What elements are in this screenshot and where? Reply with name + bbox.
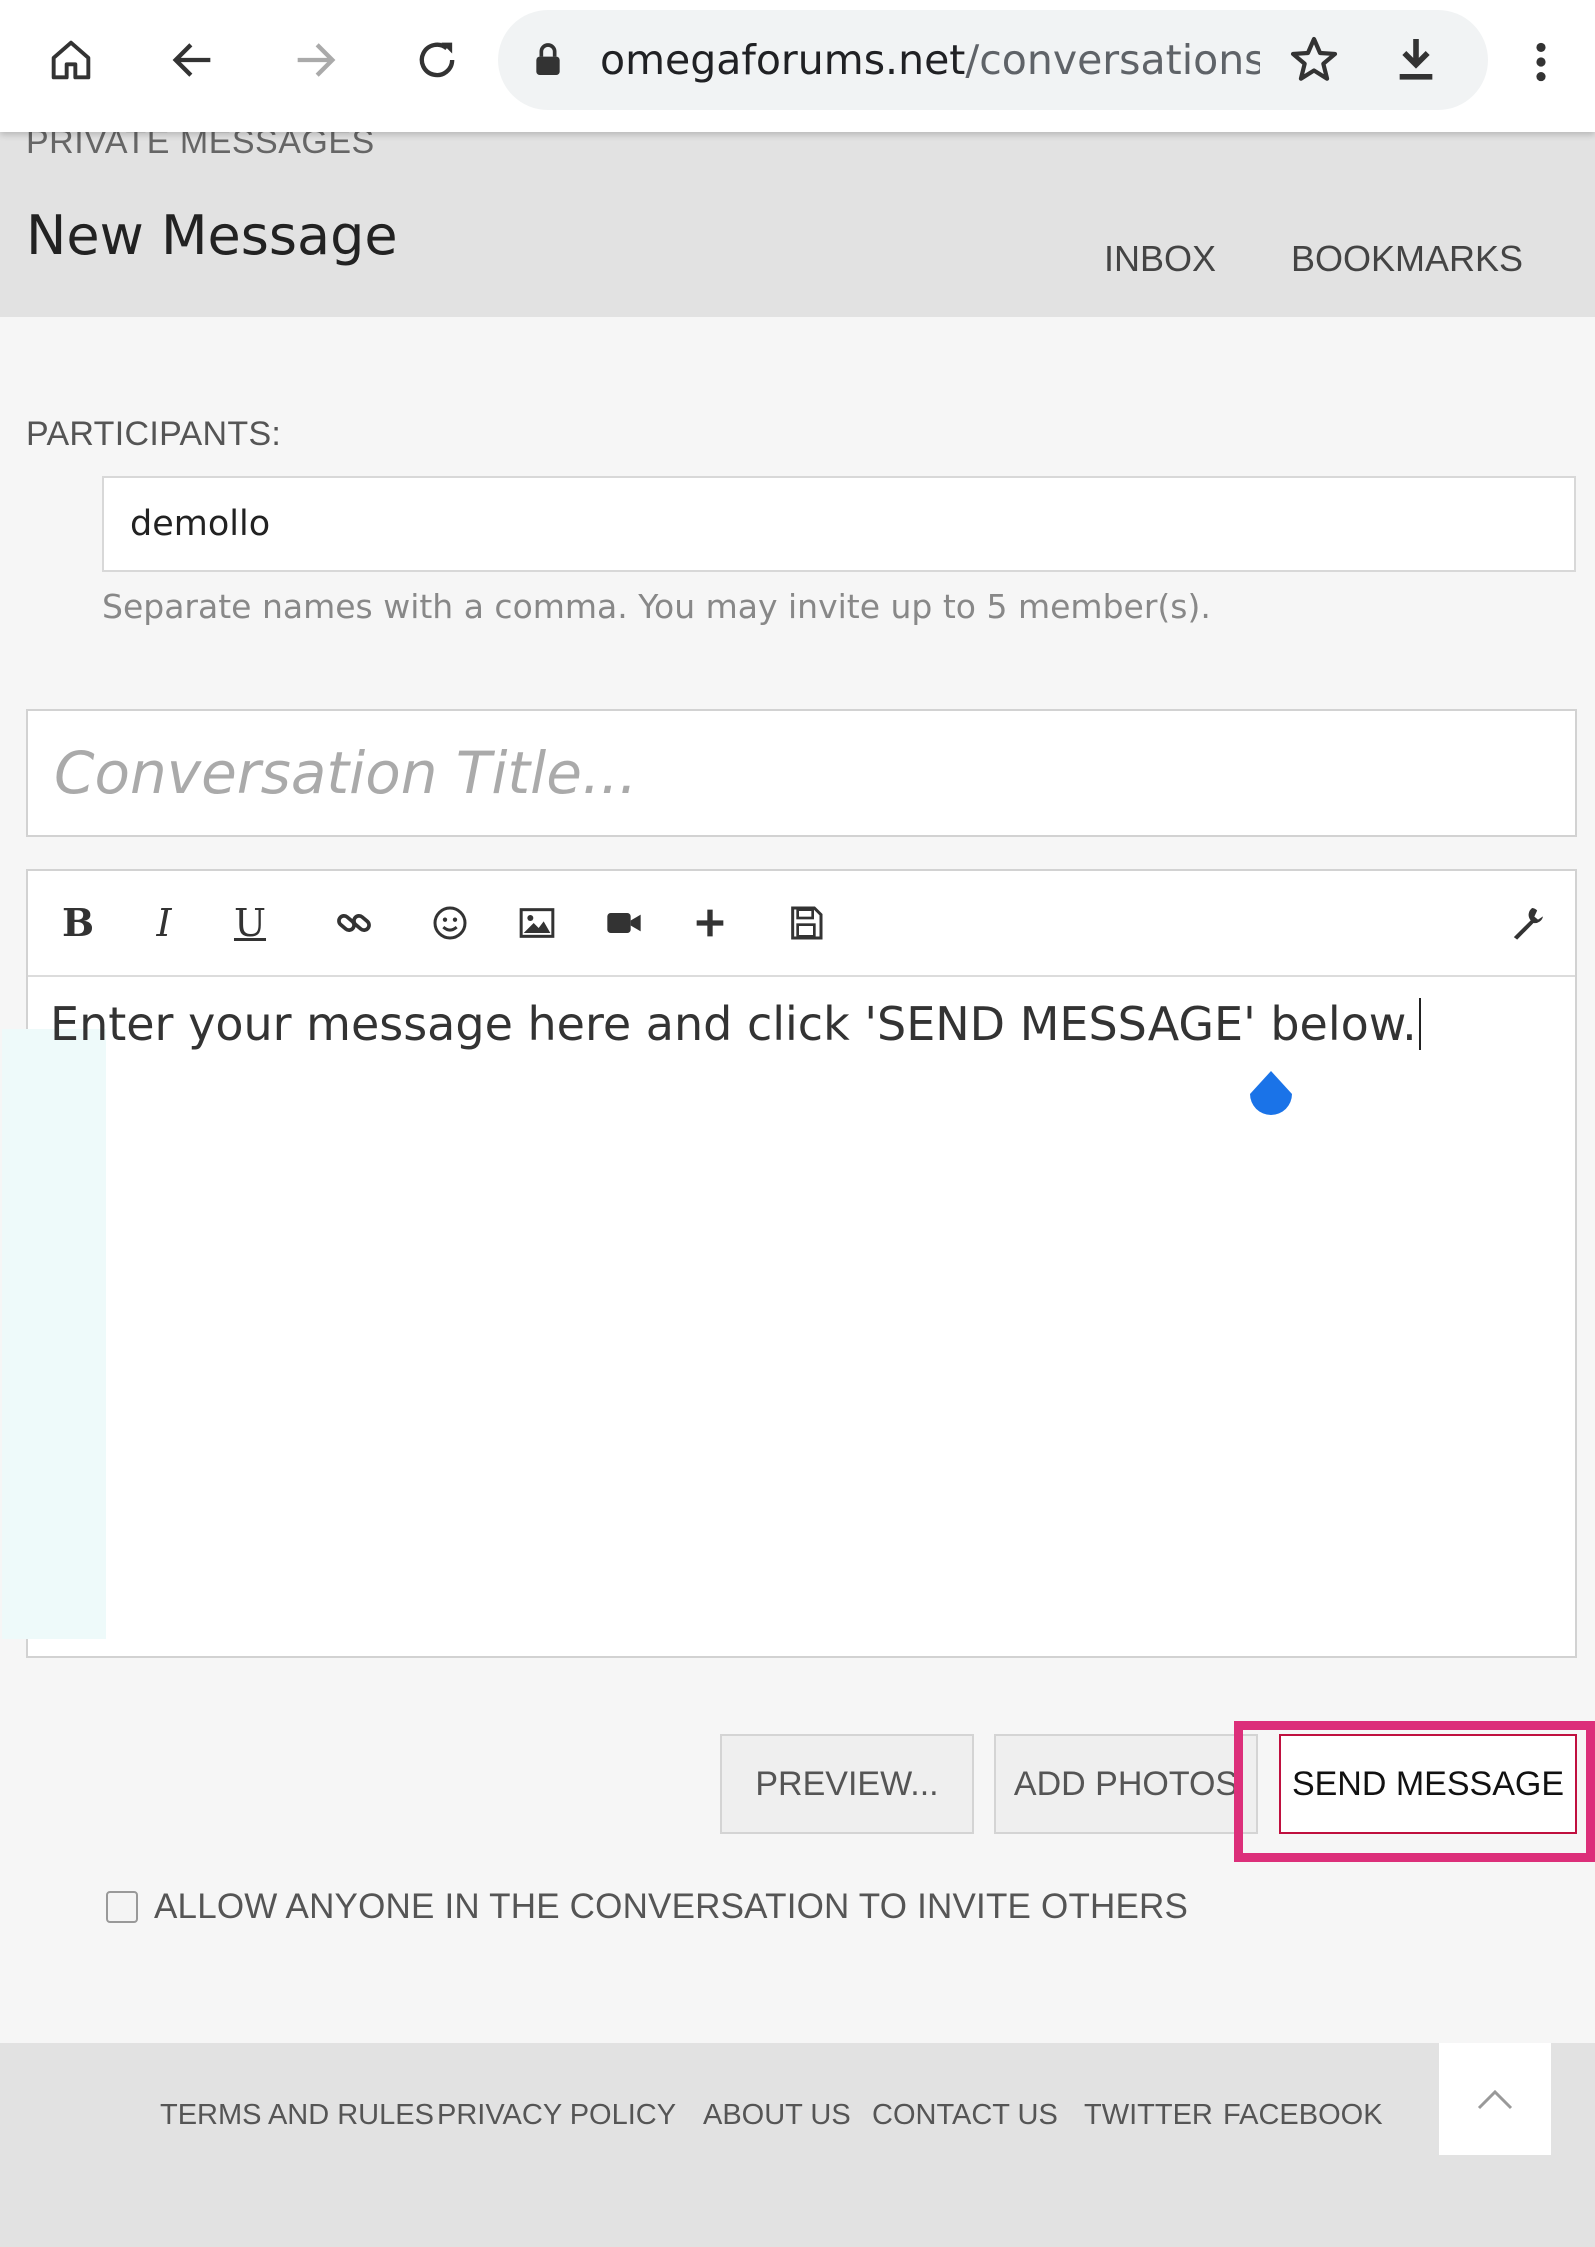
footer-link-about[interactable]: ABOUT US xyxy=(703,2099,851,2132)
address-bar[interactable]: omegaforums.net/conversations/ad xyxy=(498,10,1488,110)
invite-checkbox[interactable] xyxy=(106,1891,138,1923)
back-arrow-icon[interactable] xyxy=(163,30,223,90)
underline-icon[interactable]: U xyxy=(224,897,276,949)
editor-text[interactable]: Enter your message here and click 'SEND … xyxy=(50,997,1421,1051)
link-icon[interactable] xyxy=(328,897,380,949)
reload-icon[interactable] xyxy=(407,30,467,90)
invite-option[interactable]: ALLOW ANYONE IN THE CONVERSATION TO INVI… xyxy=(106,1882,1188,1932)
participants-hint: Separate names with a comma. You may inv… xyxy=(102,587,1211,626)
nav-bookmarks[interactable]: BOOKMARKS xyxy=(1291,234,1523,284)
message-editor: B I U Enter your message here and click … xyxy=(2,869,1577,1658)
bold-icon[interactable]: B xyxy=(52,897,104,949)
page-header: PRIVATE MESSAGES New Message INBOX BOOKM… xyxy=(0,132,1595,317)
footer-link-terms[interactable]: TERMS AND RULES xyxy=(160,2099,434,2132)
editor-highlight-strip xyxy=(2,1029,106,1639)
url-text[interactable]: omegaforums.net/conversations/ad xyxy=(600,32,1260,88)
page-title: New Message xyxy=(26,204,398,267)
new-message-form: PARTICIPANTS: demollo Separate names wit… xyxy=(0,317,1595,2043)
lock-icon xyxy=(536,43,560,75)
send-message-button[interactable]: SEND MESSAGE xyxy=(1279,1734,1577,1834)
conversation-title-input[interactable]: Conversation Title... xyxy=(26,709,1577,837)
scroll-to-top-button[interactable] xyxy=(1439,2043,1551,2155)
editor-body[interactable]: Enter your message here and click 'SEND … xyxy=(2,977,1575,1656)
editor-toolbar: B I U xyxy=(28,871,1575,977)
text-caret xyxy=(1418,998,1421,1050)
add-photos-button[interactable]: ADD PHOTOS xyxy=(994,1734,1258,1834)
footer-link-twitter[interactable]: TWITTER xyxy=(1084,2099,1213,2132)
footer-link-privacy[interactable]: PRIVACY POLICY xyxy=(437,2099,676,2132)
caret-handle-icon[interactable] xyxy=(1244,1069,1298,1127)
preview-button[interactable]: PREVIEW... xyxy=(720,1734,974,1834)
participants-label: PARTICIPANTS: xyxy=(26,415,282,453)
smilie-icon[interactable] xyxy=(424,897,476,949)
forward-arrow-icon[interactable] xyxy=(285,30,345,90)
video-icon[interactable] xyxy=(598,897,650,949)
participants-input[interactable]: demollo xyxy=(102,476,1576,572)
save-draft-icon[interactable] xyxy=(780,897,832,949)
download-icon[interactable] xyxy=(1388,32,1444,88)
footer: TERMS AND RULES PRIVACY POLICY ABOUT US … xyxy=(0,2043,1595,2247)
breadcrumb[interactable]: PRIVATE MESSAGES xyxy=(26,132,375,160)
bookmark-star-icon[interactable] xyxy=(1286,32,1342,88)
browser-toolbar: omegaforums.net/conversations/ad xyxy=(0,0,1595,132)
footer-link-contact[interactable]: CONTACT US xyxy=(872,2099,1058,2132)
image-icon[interactable] xyxy=(511,897,563,949)
breadcrumb-label[interactable]: PRIVATE MESSAGES xyxy=(26,132,375,159)
editor-text-content: Enter your message here and click 'SEND … xyxy=(50,997,1417,1051)
nav-inbox[interactable]: INBOX xyxy=(1104,234,1216,284)
footer-link-facebook[interactable]: FACEBOOK xyxy=(1223,2099,1383,2132)
invite-checkbox-label[interactable]: ALLOW ANYONE IN THE CONVERSATION TO INVI… xyxy=(154,1887,1188,1927)
chevron-up-icon xyxy=(1477,2089,1513,2110)
wrench-icon[interactable] xyxy=(1502,897,1554,949)
more-menu-icon[interactable] xyxy=(1516,34,1566,90)
insert-icon[interactable] xyxy=(684,897,736,949)
home-icon[interactable] xyxy=(41,30,101,90)
italic-icon[interactable]: I xyxy=(138,897,190,949)
